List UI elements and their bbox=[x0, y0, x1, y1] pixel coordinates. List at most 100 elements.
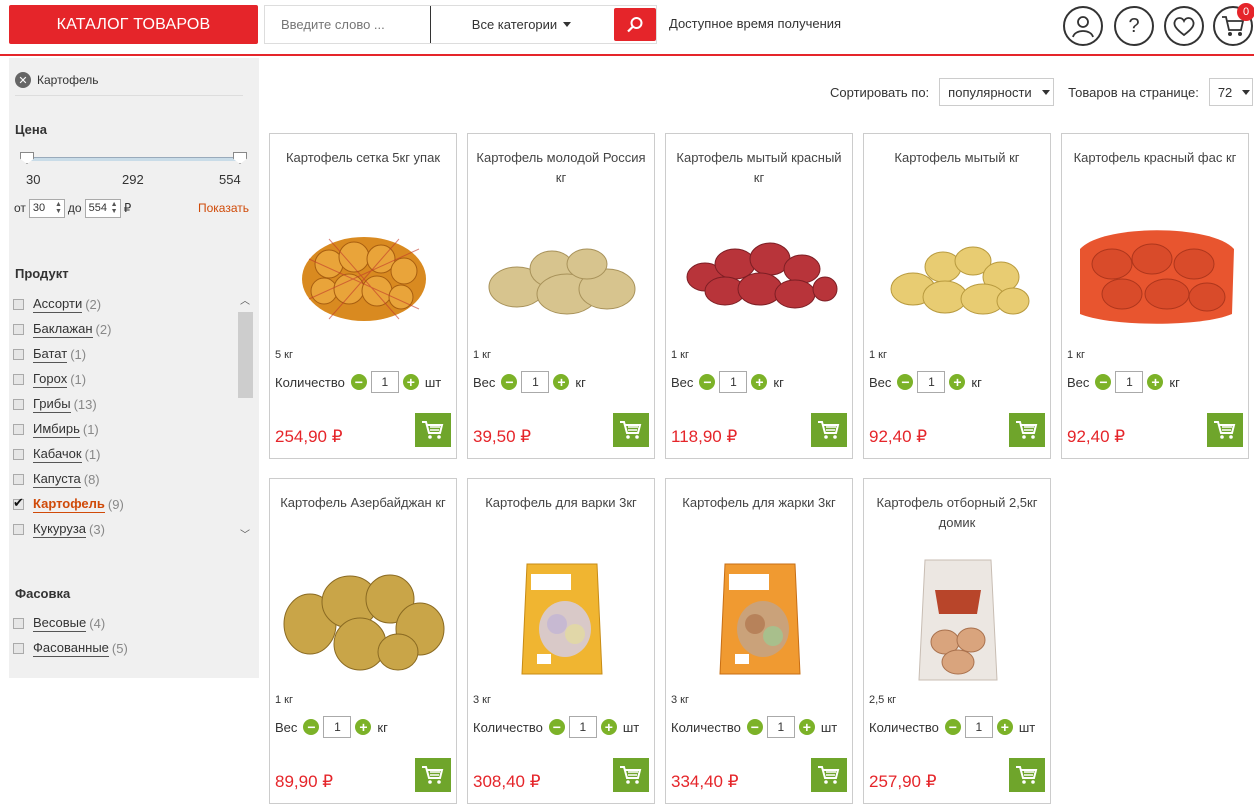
product-title[interactable]: Картофель сетка 5кг упак bbox=[278, 148, 448, 168]
add-to-cart-button[interactable] bbox=[811, 413, 847, 447]
checkbox[interactable] bbox=[13, 399, 24, 410]
checkbox-checked[interactable] bbox=[13, 495, 24, 511]
quantity-input[interactable]: 1 bbox=[766, 716, 795, 738]
filter-item-label[interactable]: Кукуруза bbox=[33, 521, 87, 538]
close-icon[interactable]: ✕ bbox=[15, 72, 31, 88]
filter-item[interactable]: Горох (1) bbox=[13, 367, 233, 392]
product-image[interactable] bbox=[874, 214, 1042, 334]
filter-item[interactable]: Грибы (13) bbox=[13, 392, 233, 417]
per-page-select[interactable]: 72 bbox=[1208, 78, 1253, 106]
checkbox[interactable] bbox=[13, 524, 24, 535]
product-title[interactable]: Картофель мытый кг bbox=[872, 148, 1042, 168]
minus-icon[interactable]: − bbox=[501, 374, 518, 390]
product-card[interactable]: Картофель Азербайджан кг 1 кг Вес −1 + кг 89,9… bbox=[269, 478, 457, 804]
quantity-input[interactable]: 1 bbox=[521, 371, 550, 393]
catalog-button[interactable]: КАТАЛОГ ТОВАРОВ bbox=[9, 5, 258, 44]
account-button[interactable] bbox=[1063, 6, 1103, 46]
plus-icon[interactable]: + bbox=[949, 374, 966, 390]
price-slider-min-handle[interactable] bbox=[20, 152, 34, 164]
product-title[interactable]: Картофель для варки 3кг bbox=[476, 493, 646, 513]
checkbox[interactable] bbox=[13, 643, 24, 654]
checkbox[interactable] bbox=[13, 324, 24, 335]
price-from-input[interactable]: 30 ▲ ▼ bbox=[28, 198, 65, 218]
minus-icon[interactable]: − bbox=[699, 374, 716, 390]
minus-icon[interactable]: − bbox=[944, 719, 961, 735]
product-image[interactable] bbox=[874, 559, 1042, 680]
product-card[interactable]: Картофель для жарки 3кг 3 кг Количество −1 +… bbox=[665, 478, 853, 804]
checkbox[interactable] bbox=[13, 374, 24, 385]
filter-item[interactable]: Весовые (4) bbox=[13, 611, 233, 636]
filter-item-label[interactable]: Горох bbox=[33, 371, 68, 388]
product-title[interactable]: Картофель молодой Россия кг bbox=[476, 148, 646, 188]
plus-icon[interactable]: + bbox=[798, 719, 815, 735]
product-card[interactable]: Картофель сетка 5кг упак 5 кг Количество −1… bbox=[269, 133, 457, 459]
checkbox[interactable] bbox=[13, 424, 24, 435]
add-to-cart-button[interactable] bbox=[415, 758, 451, 792]
cart-button[interactable]: 0 bbox=[1213, 3, 1254, 46]
filter-item[interactable]: Кабачок (1) bbox=[13, 442, 233, 467]
product-list-scrollbar[interactable]: ︿ ﹀ bbox=[237, 292, 253, 542]
active-filter-chip[interactable]: ✕ Картофель bbox=[15, 72, 99, 88]
plus-icon[interactable]: + bbox=[355, 719, 372, 735]
product-image[interactable] bbox=[676, 214, 844, 334]
add-to-cart-button[interactable] bbox=[1009, 413, 1045, 447]
product-card[interactable]: Картофель для варки 3кг 3 кг Количество −1 +… bbox=[467, 478, 655, 804]
quantity-input[interactable]: 1 bbox=[964, 716, 993, 738]
price-slider-track[interactable] bbox=[26, 157, 241, 161]
minus-icon[interactable]: − bbox=[548, 719, 565, 735]
checkbox[interactable] bbox=[13, 299, 24, 310]
filter-item[interactable]: Баклажан (2) bbox=[13, 317, 233, 342]
product-image[interactable] bbox=[280, 559, 448, 679]
quantity-input[interactable]: 1 bbox=[1115, 371, 1144, 393]
plus-icon[interactable]: + bbox=[600, 719, 617, 735]
plus-icon[interactable]: + bbox=[402, 374, 419, 390]
chevron-down-icon[interactable]: ﹀ bbox=[240, 526, 250, 541]
product-card[interactable]: Картофель мытый красный кг 1 кг Вес −1 + кг 11… bbox=[665, 133, 853, 459]
product-image[interactable] bbox=[478, 559, 646, 679]
filter-item-label[interactable]: Кабачок bbox=[33, 446, 82, 463]
add-to-cart-button[interactable] bbox=[415, 413, 451, 447]
minus-icon[interactable]: − bbox=[350, 374, 367, 390]
spinner-icon[interactable]: ▲ ▼ bbox=[55, 201, 62, 215]
quantity-input[interactable]: 1 bbox=[568, 716, 597, 738]
favorites-button[interactable] bbox=[1164, 6, 1204, 46]
help-button[interactable]: ? bbox=[1114, 6, 1154, 46]
filter-item-label[interactable]: Весовые bbox=[33, 615, 87, 632]
category-select[interactable]: Все категории bbox=[431, 6, 612, 43]
plus-icon[interactable]: + bbox=[996, 719, 1013, 735]
product-title[interactable]: Картофель Азербайджан кг bbox=[278, 493, 448, 513]
filter-item-label[interactable]: Капуста bbox=[33, 471, 81, 488]
product-title[interactable]: Картофель красный фас кг bbox=[1070, 148, 1240, 168]
apply-price-link[interactable]: Показать bbox=[198, 201, 249, 215]
quantity-input[interactable]: 1 bbox=[370, 371, 399, 393]
filter-item[interactable]: Имбирь (1) bbox=[13, 417, 233, 442]
scrollbar-thumb[interactable] bbox=[238, 312, 253, 398]
filter-item[interactable]: Фасованные (5) bbox=[13, 636, 233, 661]
filter-item[interactable]: Ассорти (2) bbox=[13, 292, 233, 317]
quantity-input[interactable]: 1 bbox=[719, 371, 748, 393]
filter-item-label[interactable]: Баклажан bbox=[33, 321, 93, 338]
filter-item-label[interactable]: Грибы bbox=[33, 396, 71, 413]
checkbox[interactable] bbox=[13, 349, 24, 360]
checkbox[interactable] bbox=[13, 449, 24, 460]
product-image[interactable] bbox=[676, 559, 844, 679]
product-title[interactable]: Картофель для жарки 3кг bbox=[674, 493, 844, 513]
price-slider-max-handle[interactable] bbox=[233, 152, 247, 164]
checkbox[interactable] bbox=[13, 618, 24, 629]
product-card[interactable]: Картофель молодой Россия кг 1 кг Вес −1 + кг 3… bbox=[467, 133, 655, 459]
product-card[interactable]: Картофель отборный 2,5кг домик 2,5 кг Коли… bbox=[863, 478, 1051, 804]
product-title[interactable]: Картофель отборный 2,5кг домик bbox=[872, 493, 1042, 533]
chevron-up-icon[interactable]: ︿ bbox=[240, 292, 250, 307]
filter-item-selected[interactable]: Картофель(9) bbox=[13, 492, 233, 517]
search-button[interactable] bbox=[614, 8, 656, 41]
minus-icon[interactable]: − bbox=[303, 719, 320, 735]
filter-item[interactable]: Батат (1) bbox=[13, 342, 233, 367]
product-image[interactable] bbox=[1072, 214, 1240, 334]
filter-item-label[interactable]: Картофель bbox=[33, 496, 105, 513]
plus-icon[interactable]: + bbox=[751, 374, 768, 390]
spinner-icon[interactable]: ▲ ▼ bbox=[111, 201, 118, 215]
quantity-input[interactable]: 1 bbox=[323, 716, 352, 738]
price-to-input[interactable]: 554 ▲ ▼ bbox=[84, 198, 121, 218]
minus-icon[interactable]: − bbox=[1095, 374, 1112, 390]
add-to-cart-button[interactable] bbox=[811, 758, 847, 792]
